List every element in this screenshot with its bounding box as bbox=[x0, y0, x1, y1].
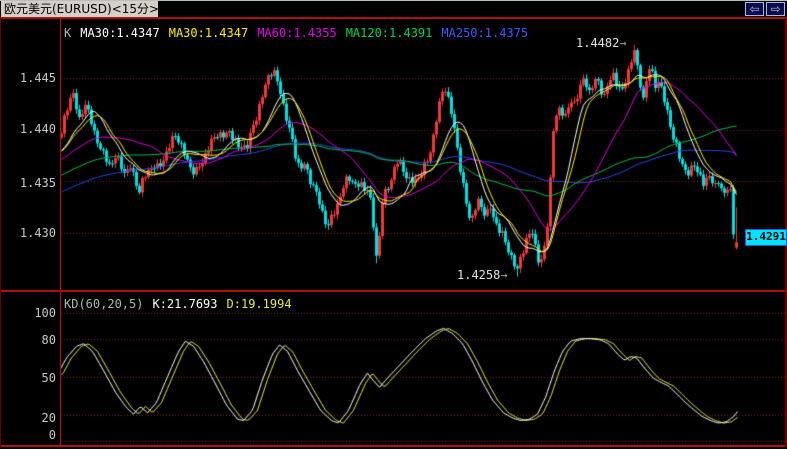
bottom-border bbox=[0, 445, 787, 447]
forward-button[interactable]: ⇨ bbox=[766, 2, 785, 16]
left-arrow-icon: ⇦ bbox=[749, 2, 760, 16]
titlebar-divider bbox=[0, 17, 787, 19]
kd-k-value: K:21.7693 bbox=[152, 297, 218, 311]
kd-tick-0: 0 bbox=[48, 428, 56, 442]
main-chart-canvas[interactable] bbox=[0, 0, 787, 449]
kd-tick-20: 20 bbox=[41, 411, 56, 425]
ma30-yellow-value: MA30:1.4347 bbox=[168, 26, 249, 40]
left-border bbox=[0, 18, 1, 447]
window-title: 欧元美元(EURUSD)<15分> bbox=[1, 1, 159, 17]
price-tick-1435: 1.435 bbox=[19, 176, 56, 190]
ma120-value: MA120:1.4391 bbox=[345, 26, 433, 40]
price-tick-1440: 1.440 bbox=[19, 122, 56, 136]
right-arrow-icon: → bbox=[500, 268, 508, 282]
kd-tick-50: 50 bbox=[41, 371, 56, 385]
back-button[interactable]: ⇦ bbox=[745, 2, 764, 16]
price-axis-line bbox=[60, 18, 61, 446]
ma30-white-value: MA30:1.4347 bbox=[80, 26, 160, 40]
ma250-value: MA250:1.4375 bbox=[441, 26, 529, 40]
kd-legend: KD(60,20,5) K:21.7693 D:19.1994 bbox=[64, 297, 301, 311]
price-tick-1445: 1.445 bbox=[19, 71, 56, 85]
low-annotation: 1.4258→ bbox=[457, 268, 508, 282]
chart-window: 欧元美元(EURUSD)<15分> ⇦ ⇨ K MA30:1.4347 MA30:1… bbox=[0, 0, 787, 449]
right-arrow-icon: ⇨ bbox=[770, 2, 781, 16]
last-price-badge: 1.4291 bbox=[745, 229, 787, 246]
kd-params-label: KD(60,20,5) bbox=[64, 297, 144, 311]
nav-button-group: ⇦ ⇨ bbox=[745, 2, 785, 16]
ma60-value: MA60:1.4355 bbox=[257, 26, 337, 40]
low-annotation-value: 1.4258 bbox=[457, 268, 501, 282]
high-annotation-value: 1.4482 bbox=[576, 36, 620, 50]
chart-type-label: K bbox=[64, 26, 72, 40]
right-arrow-icon: → bbox=[619, 36, 627, 50]
panel-divider bbox=[0, 290, 787, 292]
high-annotation: 1.4482→ bbox=[576, 36, 627, 50]
kd-tick-80: 80 bbox=[41, 333, 56, 347]
kd-tick-100: 100 bbox=[34, 306, 56, 320]
price-tick-1430: 1.430 bbox=[19, 226, 56, 240]
ma-legend: K MA30:1.4347 MA30:1.4347 MA60:1.4355 MA120:… bbox=[64, 26, 537, 40]
kd-d-value: D:19.1994 bbox=[226, 297, 292, 311]
